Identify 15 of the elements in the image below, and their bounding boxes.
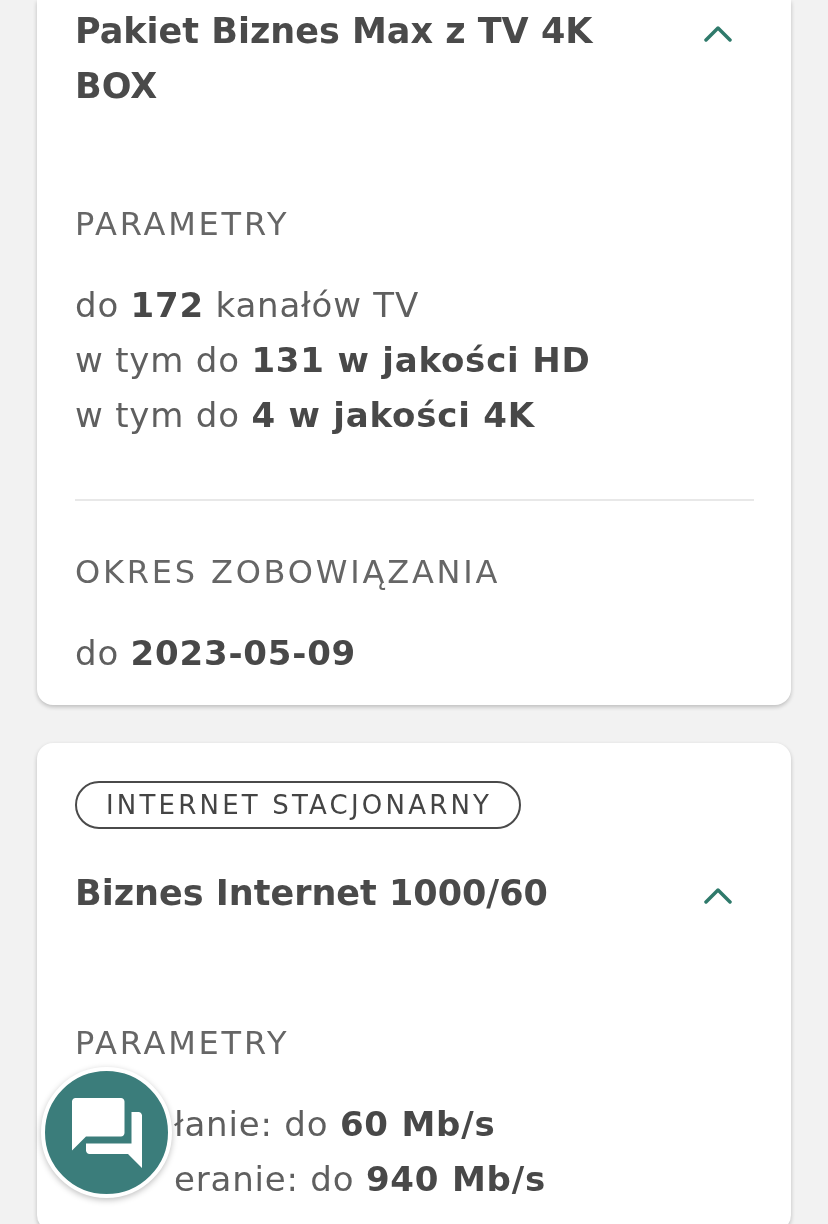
parameter-text: w tym do 131 w jakości HD xyxy=(75,339,591,382)
chat-bubbles-icon xyxy=(71,1097,142,1168)
chevron-up-icon[interactable] xyxy=(704,888,732,904)
product-title: Biznes Internet 1000/60 xyxy=(75,872,548,915)
section-heading: OKRES ZOBOWIĄZANIA xyxy=(75,552,502,592)
section-heading: PARAMETRY xyxy=(75,1023,291,1063)
parameter-text: łanie: do 60 Mb/s xyxy=(174,1103,496,1146)
parameter-text: eranie: do 940 Mb/s xyxy=(174,1158,546,1201)
parameter-text: do 172 kanałów TV xyxy=(75,284,419,327)
section-heading: PARAMETRY xyxy=(75,204,291,244)
product-title: Pakiet Biznes Max z TV 4K BOX xyxy=(75,10,594,108)
parameter-text: do 2023-05-09 xyxy=(75,632,357,675)
chevron-up-icon[interactable] xyxy=(704,26,732,42)
parameter-text: w tym do 4 w jakości 4K xyxy=(75,394,535,437)
category-tag: INTERNET STACJONARNY xyxy=(75,781,522,829)
